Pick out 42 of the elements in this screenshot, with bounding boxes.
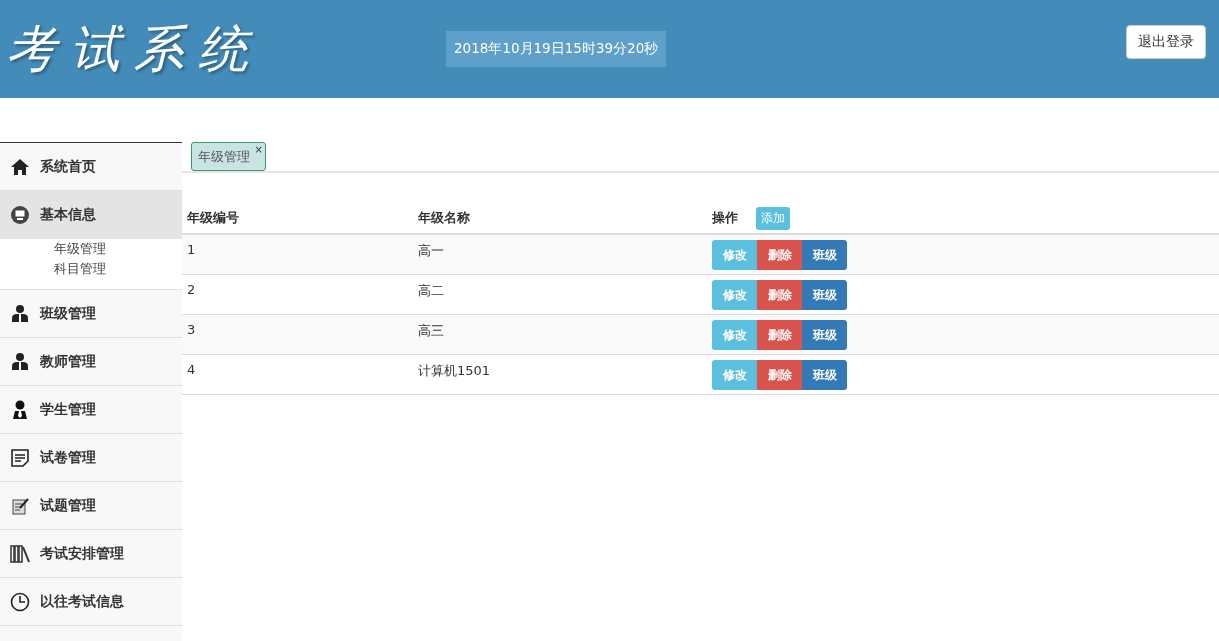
table-cell-text: 1 (187, 241, 197, 257)
submenu-item[interactable]: 年级管理 (54, 239, 106, 259)
sidebar-item[interactable]: 以往考试信息 (0, 578, 182, 626)
person-icon (10, 303, 30, 324)
sidebar-item[interactable]: 试卷管理 (0, 434, 182, 482)
delete-button[interactable]: 删除 (757, 320, 802, 350)
class-button[interactable]: 班级 (802, 320, 847, 350)
logo: 考试系统 (6, 18, 263, 80)
delete-button[interactable]: 删除 (757, 240, 802, 270)
table-cell-text: 高一 (418, 242, 445, 260)
close-icon[interactable]: × (254, 145, 263, 155)
table-cell-text: 2 (187, 281, 197, 297)
logout-button[interactable]: 退出登录 (1126, 25, 1206, 59)
sidebar-item[interactable]: 试题管理 (0, 482, 182, 530)
person-icon (10, 399, 30, 420)
books-icon (10, 543, 30, 564)
delete-button[interactable]: 删除 (757, 360, 802, 390)
table-cell-text: 3 (187, 321, 197, 337)
table-cell-text: 4 (187, 361, 197, 377)
class-button[interactable]: 班级 (802, 240, 847, 270)
column-header: 年级名称 (418, 209, 471, 227)
sidebar-item[interactable]: 基本信息 (0, 191, 182, 239)
clock-icon (10, 591, 30, 612)
document-icon (10, 447, 30, 468)
sidebar-item[interactable]: 学生管理 (0, 386, 182, 434)
tab[interactable]: 年级管理 × (191, 142, 266, 171)
monitor-icon (10, 205, 30, 225)
class-button[interactable]: 班级 (802, 360, 847, 390)
class-button[interactable]: 班级 (802, 280, 847, 310)
delete-button[interactable]: 删除 (757, 280, 802, 310)
column-header: 年级编号 (187, 209, 240, 227)
sidebar-item[interactable]: 考试安排管理 (0, 530, 182, 578)
table-cell-text: 高二 (418, 282, 445, 300)
submenu-item[interactable]: 科目管理 (54, 259, 106, 279)
home-icon (10, 156, 30, 177)
person-icon (10, 351, 30, 372)
datetime: 2018年10月19日15时39分20秒 (446, 31, 667, 67)
sidebar-item[interactable]: 班级管理 (0, 290, 182, 338)
sidebar-item[interactable]: 教师管理 (0, 338, 182, 386)
column-header: 操作 (712, 209, 738, 227)
table-cell-text: 计算机1501 (418, 362, 492, 380)
table-cell-text: 高三 (418, 322, 445, 340)
